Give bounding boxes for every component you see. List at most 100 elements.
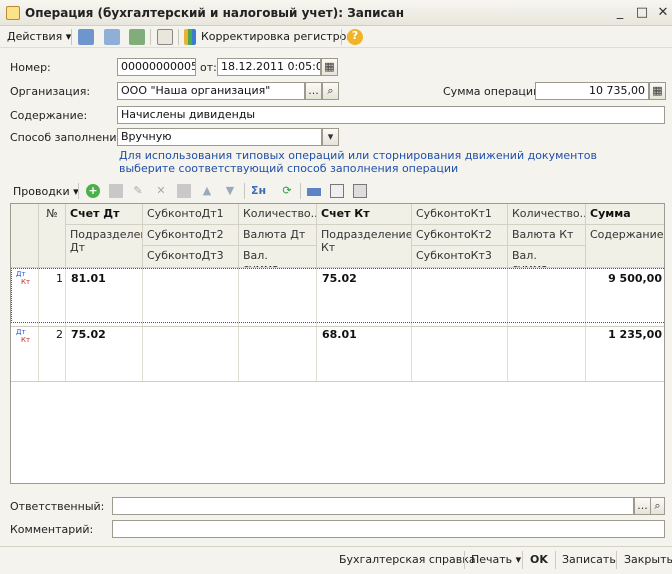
document-icon xyxy=(6,6,20,20)
search-icon[interactable]: ⌕ xyxy=(650,497,665,515)
footer-separator xyxy=(464,551,465,569)
post-document-icon[interactable] xyxy=(78,29,94,45)
save-row-icon[interactable] xyxy=(177,184,191,198)
fill-method-select[interactable]: Вручную xyxy=(117,128,322,146)
print-button[interactable]: Печать ▾ xyxy=(471,552,521,568)
toolbar-separator xyxy=(178,29,179,45)
footer-separator xyxy=(522,551,523,569)
column-header-quantity-dt[interactable]: Количество... xyxy=(239,204,317,225)
column-header-account-dt[interactable]: Счет Дт xyxy=(66,204,143,225)
window-title: Операция (бухгалтерский и налоговый учет… xyxy=(25,6,405,20)
fill-method-hint-line1[interactable]: Для использования типовых операций или с… xyxy=(119,149,597,162)
move-down-icon[interactable]: ▼ xyxy=(223,184,237,198)
document-list-icon[interactable] xyxy=(157,29,173,45)
ok-button[interactable]: OK xyxy=(530,552,548,568)
maximize-icon[interactable]: □ xyxy=(634,5,650,21)
footer-separator xyxy=(616,551,617,569)
column-header-account-kt[interactable]: Счет Кт xyxy=(317,204,412,225)
calculator-icon[interactable]: ▦ xyxy=(649,82,666,100)
toolbar-separator xyxy=(244,183,245,199)
column-header-subconto-dt3[interactable]: СубконтоДт3 xyxy=(143,246,239,268)
organization-label: Организация: xyxy=(10,85,91,98)
entries-table[interactable]: № Счет Дт Подразделение Дт СубконтоДт1 С… xyxy=(10,203,665,484)
column-header-quantity-kt[interactable]: Количество... xyxy=(508,204,586,225)
reload-icon[interactable]: ⟳ xyxy=(280,184,294,198)
responsible-field[interactable] xyxy=(112,497,634,515)
toolbar-separator xyxy=(300,183,301,199)
registers-button[interactable]: Корректировка регистров xyxy=(201,29,353,45)
column-header-division-dt[interactable]: Подразделение Дт xyxy=(66,225,143,268)
organization-field[interactable]: ООО "Наша организация" xyxy=(117,82,305,100)
sum-icon[interactable]: Σн xyxy=(251,184,269,198)
footer-separator xyxy=(555,551,556,569)
entry-dt-kt-icon: Дт Кт xyxy=(16,328,31,344)
column-header-currency-dt[interactable]: Валюта Дт xyxy=(239,225,317,246)
column-header-subconto-kt2[interactable]: СубконтоКт2 xyxy=(412,225,508,246)
comment-field[interactable] xyxy=(112,520,665,538)
entries-menu[interactable]: Проводки ▾ xyxy=(13,185,79,199)
row-account-dt: 75.02 xyxy=(71,328,106,341)
toolbar-separator xyxy=(150,29,151,45)
number-field[interactable]: 00000000005 xyxy=(117,58,196,76)
select-button[interactable]: ... xyxy=(634,497,651,515)
row-account-kt: 68.01 xyxy=(322,328,357,341)
comment-label: Комментарий: xyxy=(10,523,94,536)
post-close-icon[interactable] xyxy=(104,29,120,45)
row-number: 2 xyxy=(56,328,63,341)
toolbar-separator xyxy=(78,183,79,199)
actions-label: Действия xyxy=(7,30,63,43)
column-header-division-kt[interactable]: Подразделение Кт xyxy=(317,225,412,268)
operation-sum-field[interactable]: 10 735,00 xyxy=(535,82,649,100)
minimize-icon[interactable]: _ xyxy=(612,5,628,21)
date-field[interactable]: 18.12.2011 0:05:05 xyxy=(217,58,321,76)
toolbar-separator xyxy=(341,29,342,45)
print-label: Печать xyxy=(471,553,513,566)
select-button[interactable]: ... xyxy=(305,82,322,100)
help-icon[interactable]: ? xyxy=(347,29,363,45)
column-header-number[interactable]: № xyxy=(39,204,66,268)
column-header-icon xyxy=(11,204,39,268)
column-header-subconto-dt1[interactable]: СубконтоДт1 xyxy=(143,204,239,225)
responsible-label: Ответственный: xyxy=(10,500,105,513)
add-icon[interactable]: + xyxy=(86,184,100,198)
row-number: 1 xyxy=(56,272,63,285)
operation-sum-label: Сумма операции: xyxy=(443,85,544,98)
column-header-sum[interactable]: Сумма xyxy=(586,204,664,225)
eraser-icon[interactable] xyxy=(307,188,321,196)
content-label: Содержание: xyxy=(10,109,88,122)
edit-icon[interactable]: ✎ xyxy=(131,184,145,198)
save-button[interactable]: Записать xyxy=(562,552,616,568)
close-button[interactable]: Закрыть xyxy=(624,552,672,568)
column-header-subconto-kt3[interactable]: СубконтоКт3 xyxy=(412,246,508,268)
print-preview-icon[interactable] xyxy=(353,184,367,198)
chevron-down-icon[interactable]: ▾ xyxy=(322,128,339,146)
number-label: Номер: xyxy=(10,61,51,74)
move-up-icon[interactable]: ▲ xyxy=(200,184,214,198)
calendar-icon[interactable]: ▦ xyxy=(321,58,338,76)
row-account-dt: 81.01 xyxy=(71,272,106,285)
search-icon[interactable]: ⌕ xyxy=(322,82,339,100)
fill-method-label: Способ заполнения: xyxy=(10,131,127,144)
column-header-content[interactable]: Содержание xyxy=(586,225,664,268)
row-sum: 1 235,00 xyxy=(608,328,662,341)
actions-menu[interactable]: Действия ▾ xyxy=(7,29,71,45)
row-sum: 9 500,00 xyxy=(608,272,662,285)
column-header-subconto-dt2[interactable]: СубконтоДт2 xyxy=(143,225,239,246)
fill-method-hint-line2[interactable]: выберите соответствующий способ заполнен… xyxy=(119,162,458,175)
date-label: от: xyxy=(200,61,217,74)
delete-icon[interactable]: ✕ xyxy=(154,184,168,198)
column-header-currency-kt[interactable]: Валюта Кт xyxy=(508,225,586,246)
filter-icon[interactable] xyxy=(330,184,344,198)
column-header-cur-sum-kt[interactable]: Вал. сумма... xyxy=(508,246,586,268)
accounting-report-button[interactable]: Бухгалтерская справка xyxy=(339,552,476,568)
copy-icon[interactable] xyxy=(109,184,123,198)
close-icon[interactable]: ✕ xyxy=(655,5,671,21)
refresh-icon[interactable] xyxy=(129,29,145,45)
column-header-subconto-kt1[interactable]: СубконтоКт1 xyxy=(412,204,508,225)
toolbar-separator xyxy=(71,29,72,45)
entry-dt-kt-icon: Дт Кт xyxy=(16,270,31,286)
row-account-kt: 75.02 xyxy=(322,272,357,285)
registers-icon xyxy=(184,29,196,45)
content-field[interactable]: Начислены дивиденды xyxy=(117,106,665,124)
column-header-cur-sum-dt[interactable]: Вал. сумма... xyxy=(239,246,317,268)
